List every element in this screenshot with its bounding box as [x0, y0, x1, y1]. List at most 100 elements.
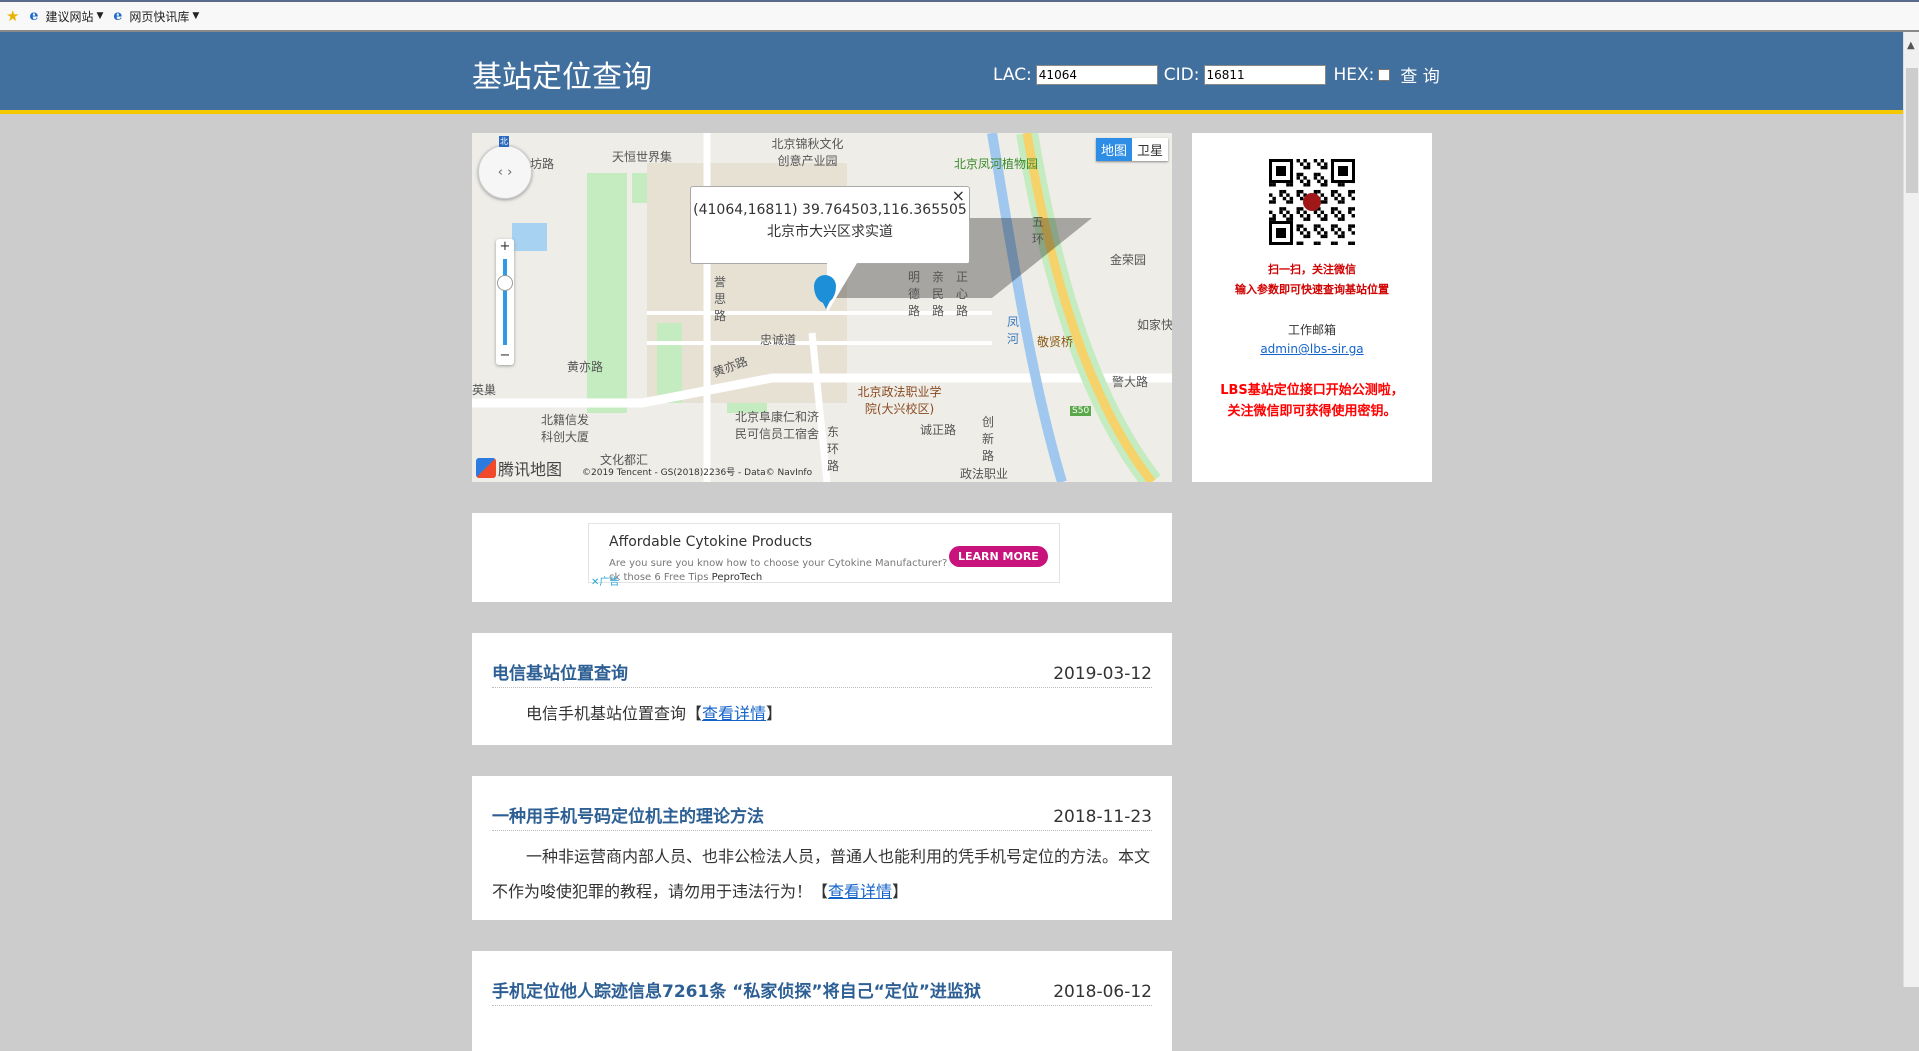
cid-input[interactable]	[1203, 64, 1326, 85]
qr-module	[1341, 231, 1345, 235]
scan-hint-detail: 输入参数即可快速查询基站位置	[1235, 283, 1389, 296]
qr-module	[1348, 189, 1352, 194]
close-icon[interactable]: ×	[952, 185, 965, 207]
map-type-map-button[interactable]: 地图	[1095, 138, 1132, 161]
zoom-in-button[interactable]: +	[496, 239, 514, 254]
qr-module	[1324, 231, 1328, 235]
hex-checkbox[interactable]	[1378, 68, 1391, 81]
map-park	[657, 323, 682, 403]
favorites-item-suggested-sites[interactable]: e 建议网站 ▼	[29, 8, 103, 25]
qr-module	[1276, 228, 1286, 238]
article-date: 2018-11-23	[1053, 807, 1152, 827]
map-label: 北籍信发科创大厦	[540, 413, 589, 444]
map-view[interactable]: ‹ › 北 + − 地图 卫星 (41064,16811) 39.764503,…	[472, 133, 1172, 482]
zoom-out-button[interactable]: −	[496, 348, 514, 363]
map-copyright: ©2019 Tencent - GS(2018)2236号 - Data© Na…	[582, 468, 813, 478]
qr-module	[1286, 183, 1290, 187]
learn-more-button[interactable]: LEARN MORE	[949, 546, 1048, 567]
map-type-satellite-button[interactable]: 卫星	[1131, 138, 1168, 161]
scan-hint: 扫一扫，关注微信	[1268, 263, 1356, 276]
ad-text: Are you sure you know how to choose your…	[609, 558, 948, 569]
favorites-star-icon[interactable]: ★	[6, 7, 19, 25]
query-button[interactable]: 查 询	[1400, 62, 1439, 87]
ad-choices[interactable]: ✕广告	[591, 573, 619, 588]
qr-module	[1320, 227, 1325, 232]
qr-module	[1351, 214, 1355, 218]
compass-control[interactable]: ‹ ›	[478, 145, 532, 199]
qr-module	[1324, 234, 1328, 239]
zoom-slider-track[interactable]	[503, 259, 507, 345]
qr-module	[1324, 200, 1328, 204]
page-scrollbar[interactable]: ▲	[1903, 32, 1919, 987]
qr-module	[1348, 241, 1352, 245]
qr-module	[1289, 214, 1294, 218]
qr-module	[1272, 217, 1276, 221]
qr-module	[1269, 217, 1273, 221]
qr-module	[1351, 231, 1355, 235]
dropdown-arrow-icon: ▼	[96, 11, 104, 21]
article-title[interactable]: 一种用手机号码定位机主的理论方法	[492, 802, 764, 827]
site-title[interactable]: 基站定位查询	[472, 52, 652, 96]
qr-module	[1279, 210, 1283, 215]
compass-north-label: 北	[499, 136, 509, 147]
qr-module	[1317, 214, 1321, 218]
qr-module	[1286, 200, 1290, 204]
wechat-qr-code	[1269, 159, 1355, 245]
article-summary: 一种非运营商内部人员、也非公检法人员，普通人也能利用的凭手机号定位的方法。本文不…	[492, 847, 1151, 901]
qr-module	[1286, 193, 1290, 197]
tencent-map-logo-icon	[476, 458, 496, 478]
lac-input[interactable]	[1035, 64, 1158, 85]
email-link[interactable]: admin@lbs-sir.ga	[1192, 340, 1432, 358]
qr-module	[1303, 165, 1307, 170]
email-label: 工作邮箱	[1287, 323, 1336, 337]
qr-module	[1330, 193, 1335, 197]
scrollbar-thumb[interactable]	[1906, 68, 1918, 193]
qr-module	[1337, 210, 1342, 215]
map-label: 警大路	[1112, 375, 1149, 389]
map-label: 忠诚道	[760, 333, 797, 347]
qr-module	[1313, 172, 1318, 177]
qr-module	[1320, 210, 1325, 215]
map-lake	[512, 223, 547, 251]
map-label: 五环	[1032, 215, 1045, 246]
view-details-link[interactable]: 查看详情	[702, 704, 766, 723]
map-label: 创新路	[982, 415, 995, 463]
info-popup: (41064,16811) 39.764503,116.365505 北京市大兴…	[690, 186, 970, 264]
article-title[interactable]: 电信基站位置查询	[492, 659, 628, 684]
qr-module	[1320, 217, 1325, 221]
qr-module	[1279, 189, 1283, 194]
qr-module	[1303, 227, 1307, 232]
qr-module	[1348, 207, 1352, 211]
tencent-map-logo[interactable]: 腾讯地图	[476, 456, 562, 480]
qr-module	[1330, 241, 1335, 245]
qr-module	[1289, 196, 1294, 201]
ad-title[interactable]: Affordable Cytokine Products	[609, 534, 812, 550]
qr-module	[1317, 189, 1321, 194]
favorites-item-web-slice[interactable]: e 网页快讯库 ▼	[113, 8, 199, 25]
site-header: 基站定位查询 LAC: CID: HEX: 查 询	[0, 32, 1903, 114]
scroll-up-icon[interactable]: ▲	[1907, 40, 1915, 51]
qr-module	[1299, 224, 1304, 228]
map-label: S50	[1070, 406, 1092, 416]
qr-module	[1330, 207, 1335, 211]
qr-module	[1330, 227, 1335, 232]
qr-module	[1351, 189, 1355, 194]
lac-label: LAC:	[993, 64, 1032, 85]
qr-module	[1348, 193, 1352, 197]
qr-module	[1351, 224, 1355, 228]
zoom-control[interactable]: + −	[496, 239, 514, 365]
popup-coordinates: (41064,16811) 39.764503,116.365505	[693, 202, 967, 218]
ad-unit[interactable]: Affordable Cytokine Products Are you sur…	[588, 523, 1060, 588]
hex-label: HEX:	[1333, 64, 1375, 85]
qr-module	[1337, 200, 1342, 204]
article-title[interactable]: 手机定位他人踪迹信息7261条 “私家侦探”将自己“定位”进监狱	[492, 977, 981, 1002]
qr-module	[1324, 183, 1328, 187]
qr-module	[1272, 200, 1276, 204]
qr-module	[1289, 183, 1294, 187]
zoom-slider-handle[interactable]	[497, 275, 513, 291]
qr-module	[1306, 179, 1311, 184]
qr-module	[1269, 193, 1273, 197]
qr-module	[1334, 241, 1338, 245]
map-label: 北京阜康仁和济民可信员工宿舍	[734, 410, 819, 441]
view-details-link[interactable]: 查看详情	[828, 882, 892, 901]
